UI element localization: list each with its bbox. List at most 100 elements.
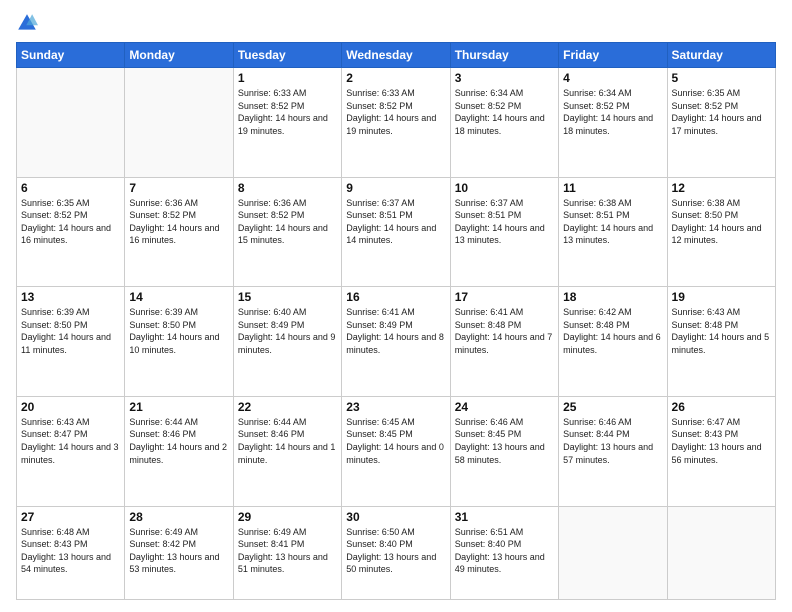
page: SundayMondayTuesdayWednesdayThursdayFrid…	[0, 0, 792, 612]
calendar-cell: 7 Sunrise: 6:36 AM Sunset: 8:52 PM Daylig…	[125, 177, 233, 287]
logo	[16, 12, 42, 34]
cell-info: Sunrise: 6:42 AM Sunset: 8:48 PM Dayligh…	[563, 306, 662, 356]
calendar-cell: 16 Sunrise: 6:41 AM Sunset: 8:49 PM Dayli…	[342, 287, 450, 397]
calendar-cell: 11 Sunrise: 6:38 AM Sunset: 8:51 PM Dayli…	[559, 177, 667, 287]
calendar-cell: 8 Sunrise: 6:36 AM Sunset: 8:52 PM Daylig…	[233, 177, 341, 287]
day-number: 9	[346, 181, 445, 195]
calendar-cell: 23 Sunrise: 6:45 AM Sunset: 8:45 PM Dayli…	[342, 396, 450, 506]
cell-info: Sunrise: 6:35 AM Sunset: 8:52 PM Dayligh…	[21, 197, 120, 247]
calendar-cell	[17, 68, 125, 178]
day-number: 8	[238, 181, 337, 195]
calendar-cell: 20 Sunrise: 6:43 AM Sunset: 8:47 PM Dayli…	[17, 396, 125, 506]
cell-info: Sunrise: 6:44 AM Sunset: 8:46 PM Dayligh…	[129, 416, 228, 466]
day-number: 27	[21, 510, 120, 524]
cell-info: Sunrise: 6:34 AM Sunset: 8:52 PM Dayligh…	[563, 87, 662, 137]
cell-info: Sunrise: 6:37 AM Sunset: 8:51 PM Dayligh…	[455, 197, 554, 247]
cell-info: Sunrise: 6:43 AM Sunset: 8:48 PM Dayligh…	[672, 306, 771, 356]
day-number: 5	[672, 71, 771, 85]
day-number: 1	[238, 71, 337, 85]
calendar-cell: 30 Sunrise: 6:50 AM Sunset: 8:40 PM Dayli…	[342, 506, 450, 600]
weekday-header: Monday	[125, 43, 233, 68]
calendar-cell: 5 Sunrise: 6:35 AM Sunset: 8:52 PM Daylig…	[667, 68, 775, 178]
weekday-header: Sunday	[17, 43, 125, 68]
day-number: 12	[672, 181, 771, 195]
day-number: 20	[21, 400, 120, 414]
calendar-cell: 27 Sunrise: 6:48 AM Sunset: 8:43 PM Dayli…	[17, 506, 125, 600]
day-number: 14	[129, 290, 228, 304]
day-number: 22	[238, 400, 337, 414]
cell-info: Sunrise: 6:48 AM Sunset: 8:43 PM Dayligh…	[21, 526, 120, 576]
calendar-cell: 15 Sunrise: 6:40 AM Sunset: 8:49 PM Dayli…	[233, 287, 341, 397]
day-number: 21	[129, 400, 228, 414]
cell-info: Sunrise: 6:40 AM Sunset: 8:49 PM Dayligh…	[238, 306, 337, 356]
cell-info: Sunrise: 6:38 AM Sunset: 8:51 PM Dayligh…	[563, 197, 662, 247]
cell-info: Sunrise: 6:41 AM Sunset: 8:48 PM Dayligh…	[455, 306, 554, 356]
cell-info: Sunrise: 6:50 AM Sunset: 8:40 PM Dayligh…	[346, 526, 445, 576]
calendar-cell	[125, 68, 233, 178]
day-number: 13	[21, 290, 120, 304]
calendar-cell: 28 Sunrise: 6:49 AM Sunset: 8:42 PM Dayli…	[125, 506, 233, 600]
day-number: 17	[455, 290, 554, 304]
weekday-header: Tuesday	[233, 43, 341, 68]
cell-info: Sunrise: 6:33 AM Sunset: 8:52 PM Dayligh…	[346, 87, 445, 137]
calendar-cell: 22 Sunrise: 6:44 AM Sunset: 8:46 PM Dayli…	[233, 396, 341, 506]
day-number: 30	[346, 510, 445, 524]
calendar-cell: 25 Sunrise: 6:46 AM Sunset: 8:44 PM Dayli…	[559, 396, 667, 506]
calendar-cell: 17 Sunrise: 6:41 AM Sunset: 8:48 PM Dayli…	[450, 287, 558, 397]
day-number: 18	[563, 290, 662, 304]
cell-info: Sunrise: 6:36 AM Sunset: 8:52 PM Dayligh…	[129, 197, 228, 247]
calendar-cell: 18 Sunrise: 6:42 AM Sunset: 8:48 PM Dayli…	[559, 287, 667, 397]
day-number: 31	[455, 510, 554, 524]
calendar-cell: 10 Sunrise: 6:37 AM Sunset: 8:51 PM Dayli…	[450, 177, 558, 287]
cell-info: Sunrise: 6:46 AM Sunset: 8:45 PM Dayligh…	[455, 416, 554, 466]
day-number: 25	[563, 400, 662, 414]
day-number: 16	[346, 290, 445, 304]
day-number: 15	[238, 290, 337, 304]
day-number: 10	[455, 181, 554, 195]
calendar-cell: 1Sunrise: 6:33 AM Sunset: 8:52 PM Daylig…	[233, 68, 341, 178]
cell-info: Sunrise: 6:43 AM Sunset: 8:47 PM Dayligh…	[21, 416, 120, 466]
day-number: 23	[346, 400, 445, 414]
weekday-header: Wednesday	[342, 43, 450, 68]
calendar-cell: 31 Sunrise: 6:51 AM Sunset: 8:40 PM Dayli…	[450, 506, 558, 600]
day-number: 4	[563, 71, 662, 85]
day-number: 28	[129, 510, 228, 524]
calendar-cell: 14 Sunrise: 6:39 AM Sunset: 8:50 PM Dayli…	[125, 287, 233, 397]
cell-info: Sunrise: 6:41 AM Sunset: 8:49 PM Dayligh…	[346, 306, 445, 356]
day-number: 7	[129, 181, 228, 195]
cell-info: Sunrise: 6:39 AM Sunset: 8:50 PM Dayligh…	[129, 306, 228, 356]
cell-info: Sunrise: 6:38 AM Sunset: 8:50 PM Dayligh…	[672, 197, 771, 247]
cell-info: Sunrise: 6:37 AM Sunset: 8:51 PM Dayligh…	[346, 197, 445, 247]
calendar-cell: 4 Sunrise: 6:34 AM Sunset: 8:52 PM Daylig…	[559, 68, 667, 178]
calendar-cell: 26 Sunrise: 6:47 AM Sunset: 8:43 PM Dayli…	[667, 396, 775, 506]
calendar-cell: 13 Sunrise: 6:39 AM Sunset: 8:50 PM Dayli…	[17, 287, 125, 397]
calendar-cell: 2 Sunrise: 6:33 AM Sunset: 8:52 PM Daylig…	[342, 68, 450, 178]
day-number: 3	[455, 71, 554, 85]
day-number: 29	[238, 510, 337, 524]
cell-info: Sunrise: 6:36 AM Sunset: 8:52 PM Dayligh…	[238, 197, 337, 247]
weekday-header: Friday	[559, 43, 667, 68]
cell-info: Sunrise: 6:39 AM Sunset: 8:50 PM Dayligh…	[21, 306, 120, 356]
cell-info: Sunrise: 6:44 AM Sunset: 8:46 PM Dayligh…	[238, 416, 337, 466]
weekday-header: Thursday	[450, 43, 558, 68]
cell-info: Sunrise: 6:46 AM Sunset: 8:44 PM Dayligh…	[563, 416, 662, 466]
calendar-table: SundayMondayTuesdayWednesdayThursdayFrid…	[16, 42, 776, 600]
calendar-cell: 29 Sunrise: 6:49 AM Sunset: 8:41 PM Dayli…	[233, 506, 341, 600]
cell-info: Sunrise: 6:47 AM Sunset: 8:43 PM Dayligh…	[672, 416, 771, 466]
day-number: 11	[563, 181, 662, 195]
calendar-cell	[667, 506, 775, 600]
header	[16, 12, 776, 34]
day-number: 26	[672, 400, 771, 414]
cell-info: Sunrise: 6:49 AM Sunset: 8:42 PM Dayligh…	[129, 526, 228, 576]
calendar-cell: 3 Sunrise: 6:34 AM Sunset: 8:52 PM Daylig…	[450, 68, 558, 178]
day-number: 6	[21, 181, 120, 195]
cell-info: Sunrise: 6:35 AM Sunset: 8:52 PM Dayligh…	[672, 87, 771, 137]
calendar-cell	[559, 506, 667, 600]
day-number: 2	[346, 71, 445, 85]
cell-info: Sunrise: 6:51 AM Sunset: 8:40 PM Dayligh…	[455, 526, 554, 576]
cell-info: Sunrise: 6:45 AM Sunset: 8:45 PM Dayligh…	[346, 416, 445, 466]
cell-info: Sunrise: 6:34 AM Sunset: 8:52 PM Dayligh…	[455, 87, 554, 137]
cell-info: Sunrise: 6:49 AM Sunset: 8:41 PM Dayligh…	[238, 526, 337, 576]
calendar-cell: 9 Sunrise: 6:37 AM Sunset: 8:51 PM Daylig…	[342, 177, 450, 287]
weekday-header: Saturday	[667, 43, 775, 68]
